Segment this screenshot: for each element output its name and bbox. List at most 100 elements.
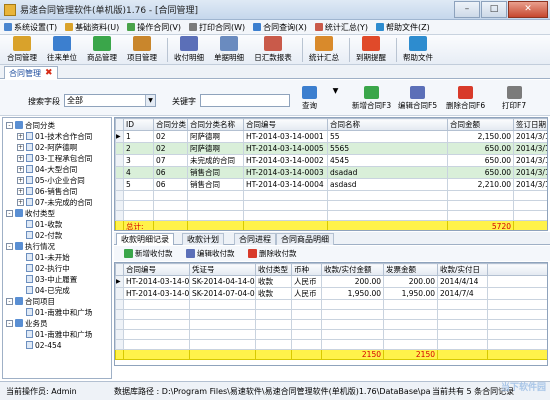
new-payment-button[interactable]: 新增收付款: [124, 248, 173, 259]
delete-contract-button[interactable]: 删除合同F6: [446, 86, 485, 111]
toolbar-partners[interactable]: 往来单位: [44, 36, 80, 63]
tree-item[interactable]: 02-付款: [17, 230, 62, 240]
column-header[interactable]: 收付类型: [255, 263, 292, 276]
row-indicator[interactable]: ▶: [115, 130, 124, 143]
tree-group[interactable]: - 收付类型: [6, 208, 55, 218]
tree-item[interactable]: 01-南雅中和广场: [17, 307, 92, 317]
tree-item[interactable]: +04-大型合同: [17, 164, 77, 174]
column-header[interactable]: 凭证号: [189, 263, 256, 276]
column-header[interactable]: 币种: [291, 263, 322, 276]
tab-payment-records[interactable]: 收款明细记录: [116, 233, 174, 245]
collapse-icon[interactable]: -: [6, 319, 13, 327]
close-tab-icon[interactable]: ✖: [45, 68, 53, 78]
collapse-icon[interactable]: -: [6, 121, 13, 129]
column-header[interactable]: 合同编号: [123, 263, 190, 276]
toolbar-statistics[interactable]: 统计汇总: [306, 36, 342, 63]
tab-contract-manage[interactable]: 合同管理 ✖: [4, 66, 58, 79]
bill-icon: [220, 36, 238, 51]
menu-statistics[interactable]: 统计汇总(Y): [311, 22, 372, 33]
column-header[interactable]: 收款/实付日: [437, 263, 488, 276]
query-button[interactable]: 查询: [302, 86, 317, 111]
tree-item[interactable]: 03-中止履置: [17, 274, 77, 284]
tree-item[interactable]: +03-工程承包合同: [17, 153, 92, 163]
table-row[interactable]: HT-2014-03-14-0001SK-2014-07-04-0001收款人民…: [115, 287, 547, 300]
menu-query-contract[interactable]: 合同查询(X): [249, 22, 311, 33]
column-header[interactable]: 合同金额: [447, 118, 514, 131]
tree-item[interactable]: +01-技术合作合同: [17, 131, 92, 141]
search-field-select[interactable]: 全部 ▼: [64, 94, 156, 107]
expand-icon[interactable]: +: [17, 187, 24, 195]
column-header[interactable]: 合同编号: [243, 118, 328, 131]
row-indicator[interactable]: [115, 154, 124, 167]
keyword-input[interactable]: [200, 94, 290, 107]
tree-item[interactable]: +07-未完成的合同: [17, 197, 92, 207]
toolbar-bill-detail[interactable]: 单据明细: [211, 36, 247, 63]
toolbar-daily-report[interactable]: 日汇款报表: [251, 36, 295, 63]
toolbar-payment-detail[interactable]: 收付明细: [171, 36, 207, 63]
table-row[interactable]: ▶ 1 02 阿萨德啊 HT-2014-03-14-0001 55 2,150.00 2014…: [115, 130, 547, 143]
expand-icon[interactable]: +: [17, 154, 24, 162]
toolbar-projects[interactable]: 项目管理: [124, 36, 160, 63]
row-indicator[interactable]: [115, 166, 124, 179]
column-header[interactable]: 合同名称: [327, 118, 448, 131]
column-header[interactable]: ID: [123, 118, 154, 131]
row-indicator[interactable]: [115, 287, 124, 300]
collapse-icon[interactable]: -: [6, 209, 13, 217]
table-row[interactable]: 5 06 销售合同 HT-2014-03-14-0004 asdasd 2,210.00 2…: [115, 178, 547, 191]
tab-contract-progress[interactable]: 合同进程: [234, 233, 276, 245]
total-cell: [291, 349, 322, 360]
table-row[interactable]: 4 06 销售合同 HT-2014-03-14-0003 dsadad 650.00 201…: [115, 166, 547, 179]
new-contract-button[interactable]: 新增合同F3: [352, 86, 391, 111]
toolbar-help[interactable]: 帮助文件: [400, 36, 436, 63]
tree-item[interactable]: +05-小企业合同: [17, 175, 85, 185]
table-row[interactable]: ▶HT-2014-03-14-0001SK-2014-04-14-0001收款人…: [115, 275, 547, 288]
tree-item[interactable]: 01-收款: [17, 219, 62, 229]
minimize-button[interactable]: –: [454, 1, 480, 18]
edit-contract-button[interactable]: 编辑合同F5: [398, 86, 437, 111]
tree-item[interactable]: +06-销售合同: [17, 186, 77, 196]
expand-icon[interactable]: +: [17, 165, 24, 173]
toolbar-contract-manage[interactable]: 合同管理: [4, 36, 40, 63]
tree-item[interactable]: 04-已完成: [17, 285, 70, 295]
tab-contract-goods[interactable]: 合同商品明细: [276, 233, 334, 245]
maximize-button[interactable]: □: [481, 1, 507, 18]
tree-item[interactable]: 01-南雅中和广场: [17, 329, 92, 339]
tab-payment-plan[interactable]: 收款计划: [182, 233, 224, 245]
row-indicator[interactable]: [115, 142, 124, 155]
tree-item[interactable]: 01-未开始: [17, 252, 70, 262]
menu-basic-data[interactable]: 基础资料(U): [61, 22, 123, 33]
close-button[interactable]: ✕: [508, 1, 548, 18]
row-indicator[interactable]: ▶: [115, 275, 124, 288]
delete-payment-button[interactable]: 删除收付款: [248, 248, 297, 259]
toolbar-goods[interactable]: 商品管理: [84, 36, 120, 63]
expand-icon[interactable]: +: [17, 143, 24, 151]
tree-group[interactable]: - 业务员: [6, 318, 48, 328]
table-row[interactable]: 2 02 阿萨德啊 HT-2014-03-14-0005 5565 650.00 2014/…: [115, 142, 547, 155]
query-options-button[interactable]: ▼: [331, 86, 340, 95]
column-header[interactable]: 签订日期: [513, 118, 547, 131]
collapse-icon[interactable]: -: [6, 297, 13, 305]
column-header[interactable]: 收款/实付金额: [321, 263, 384, 276]
table-row[interactable]: 3 07 未完成的合同 HT-2014-03-14-0002 4545 650.00 201…: [115, 154, 547, 167]
expand-icon[interactable]: +: [17, 132, 24, 140]
row-indicator[interactable]: [115, 178, 124, 191]
expand-icon[interactable]: +: [17, 176, 24, 184]
print-button[interactable]: 打印F7: [502, 86, 526, 111]
column-header[interactable]: 合同分类名称: [187, 118, 244, 131]
expand-icon[interactable]: +: [17, 198, 24, 206]
tree-group[interactable]: - 执行情况: [6, 241, 55, 251]
menu-system[interactable]: 系统设置(T): [0, 22, 61, 33]
edit-payment-button[interactable]: 编辑收付款: [186, 248, 235, 259]
collapse-icon[interactable]: -: [6, 242, 13, 250]
tree-item[interactable]: 02-执行中: [17, 263, 70, 273]
column-header[interactable]: 合同分类: [153, 118, 188, 131]
menu-operate-contract[interactable]: 操作合同(V): [123, 22, 185, 33]
tree-group[interactable]: - 合同分类: [6, 120, 55, 130]
toolbar-due-reminder[interactable]: 到期提醒: [353, 36, 389, 63]
tree-item[interactable]: 02-454: [17, 340, 62, 350]
column-header[interactable]: 发票金额: [383, 263, 438, 276]
tree-group[interactable]: - 合同项目: [6, 296, 55, 306]
tree-item[interactable]: +02-阿萨德啊: [17, 142, 77, 152]
menu-help[interactable]: 帮助文件(Z): [372, 22, 434, 33]
menu-print-contract[interactable]: 打印合同(W): [185, 22, 249, 33]
